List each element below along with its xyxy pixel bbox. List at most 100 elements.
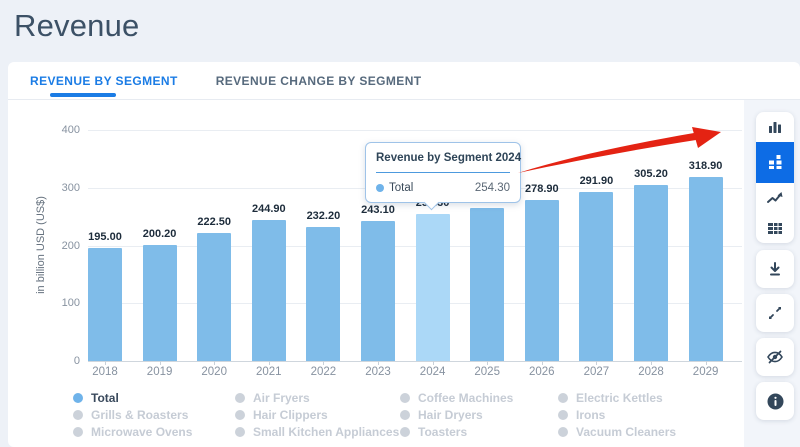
y-tick-label-200: 200 [40, 240, 80, 252]
legend-item-microwave-ovens[interactable]: Microwave Ovens [73, 425, 192, 439]
y-tick-label-400: 400 [40, 124, 80, 136]
bar-2023[interactable] [361, 221, 395, 361]
legend-item-irons[interactable]: Irons [558, 408, 605, 422]
legend-item-vacuum-cleaners[interactable]: Vacuum Cleaners [558, 425, 676, 439]
column-chart-icon[interactable] [756, 112, 794, 142]
gridline-400 [88, 130, 742, 131]
x-tick-label-2024: 2024 [403, 366, 463, 378]
chart-card: in billion USD (US$) 0100200300400195.00… [8, 100, 800, 447]
legend-label: Irons [576, 408, 605, 422]
revenue-page: Revenue REVENUE BY SEGMENT REVENUE CHANG… [0, 0, 800, 447]
x-axis-tick [433, 361, 434, 365]
legend-dot-icon [558, 393, 568, 403]
legend-label: Air Fryers [253, 391, 310, 405]
bar-2026[interactable] [525, 200, 559, 361]
segment-chart-icon[interactable] [756, 142, 794, 183]
bar-2018[interactable] [88, 248, 122, 361]
chart-type-switcher [756, 112, 794, 243]
legend-dot-icon [73, 393, 83, 403]
legend-item-toasters[interactable]: Toasters [400, 425, 467, 439]
active-tab-underline [50, 93, 116, 97]
legend-item-small-kitchen-appliances[interactable]: Small Kitchen Appliances [235, 425, 399, 439]
bar-2021[interactable] [252, 220, 286, 361]
legend-item-air-fryers[interactable]: Air Fryers [235, 391, 310, 405]
info-icon [766, 392, 785, 411]
x-axis-tick [596, 361, 597, 365]
page-title: Revenue [14, 8, 140, 44]
y-tick-label-0: 0 [40, 355, 80, 367]
bar-2029[interactable] [689, 177, 723, 361]
bar-value-2019: 200.20 [130, 228, 190, 240]
x-axis-tick [378, 361, 379, 365]
hide-annotations-button[interactable] [756, 338, 794, 376]
bar-value-2023: 243.10 [348, 204, 408, 216]
info-button[interactable] [756, 382, 794, 420]
bar-value-2028: 305.20 [621, 168, 681, 180]
legend-label: Coffee Machines [418, 391, 513, 405]
legend-dot-icon [235, 427, 245, 437]
bar-value-2029: 318.90 [676, 160, 736, 172]
x-axis-tick [542, 361, 543, 365]
x-tick-label-2020: 2020 [184, 366, 244, 378]
x-axis-tick [323, 361, 324, 365]
legend-dot-icon [235, 393, 245, 403]
bar-value-2021: 244.90 [239, 203, 299, 215]
x-tick-label-2023: 2023 [348, 366, 408, 378]
legend-label: Hair Clippers [253, 408, 328, 422]
x-tick-label-2028: 2028 [621, 366, 681, 378]
x-axis-tick [214, 361, 215, 365]
tooltip-divider [376, 172, 510, 173]
bar-2020[interactable] [197, 233, 231, 361]
x-tick-label-2027: 2027 [566, 366, 626, 378]
legend-dot-icon [400, 427, 410, 437]
legend-label: Hair Dryers [418, 408, 483, 422]
x-tick-label-2022: 2022 [293, 366, 353, 378]
line-chart-icon[interactable] [756, 183, 794, 213]
legend-dot-icon [400, 393, 410, 403]
legend-item-coffee-machines[interactable]: Coffee Machines [400, 391, 513, 405]
legend-label: Small Kitchen Appliances [253, 425, 399, 439]
x-tick-label-2018: 2018 [75, 366, 135, 378]
download-icon [766, 260, 784, 278]
tooltip-title: Revenue by Segment 2024 [376, 152, 510, 164]
bar-value-2018: 195.00 [75, 231, 135, 243]
data-table-icon[interactable] [756, 213, 794, 243]
x-tick-label-2026: 2026 [512, 366, 572, 378]
trend-arrow-annotation [512, 126, 722, 181]
legend-dot-icon [73, 427, 83, 437]
legend-label: Microwave Ovens [91, 425, 192, 439]
legend-dot-icon [558, 410, 568, 420]
legend-item-grills-roasters[interactable]: Grills & Roasters [73, 408, 188, 422]
bar-2027[interactable] [579, 192, 613, 361]
x-tick-label-2029: 2029 [676, 366, 736, 378]
legend-dot-icon [73, 410, 83, 420]
x-axis-tick [269, 361, 270, 365]
x-axis-tick [487, 361, 488, 365]
bar-2022[interactable] [306, 227, 340, 361]
legend-item-total[interactable]: Total [73, 391, 119, 405]
legend-dot-icon [400, 410, 410, 420]
bar-2028[interactable] [634, 185, 668, 361]
bar-2024[interactable] [416, 214, 450, 361]
series-dot-icon [376, 184, 384, 192]
bar-value-2022: 232.20 [293, 210, 353, 222]
legend-item-electric-kettles[interactable]: Electric Kettles [558, 391, 663, 405]
x-tick-label-2019: 2019 [130, 366, 190, 378]
legend-dot-icon [235, 410, 245, 420]
tab-revenue-change-by-segment[interactable]: REVENUE CHANGE BY SEGMENT [206, 62, 432, 99]
x-tick-label-2025: 2025 [457, 366, 517, 378]
download-button[interactable] [756, 250, 794, 288]
y-tick-label-100: 100 [40, 297, 80, 309]
bar-2025[interactable] [470, 208, 504, 361]
bar-value-2027: 291.90 [566, 175, 626, 187]
legend-label: Grills & Roasters [91, 408, 188, 422]
tooltip-series-value: 254.30 [475, 182, 510, 194]
legend-label: Vacuum Cleaners [576, 425, 676, 439]
fullscreen-button[interactable] [756, 294, 794, 332]
legend-item-hair-dryers[interactable]: Hair Dryers [400, 408, 483, 422]
legend-item-hair-clippers[interactable]: Hair Clippers [235, 408, 328, 422]
gridline-0 [88, 361, 742, 362]
tab-bar: REVENUE BY SEGMENT REVENUE CHANGE BY SEG… [8, 62, 800, 100]
x-axis-tick [105, 361, 106, 365]
bar-2019[interactable] [143, 245, 177, 361]
